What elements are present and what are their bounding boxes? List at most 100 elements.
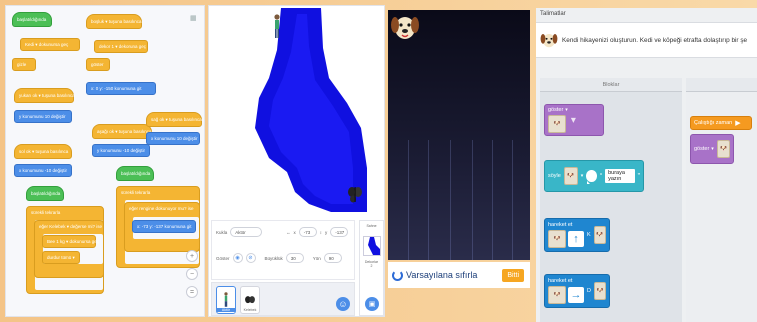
block-label: hareket et	[548, 222, 573, 228]
ws-show-block[interactable]: göster ▾ 🐶	[690, 134, 734, 164]
change-x-block[interactable]: x konumunu 10 değiştir	[146, 132, 200, 145]
block-label: dekor 1 ▾ dekoruna geç	[99, 43, 147, 49]
reset-button[interactable]: Varsayılana sıfırla	[392, 269, 478, 281]
if-block[interactable]: eğer Kelebek ▾ değerse mi? ise	[34, 220, 104, 278]
block-label: Kedi ▾ dokunursa geç	[25, 41, 69, 47]
toolbox: Bloklar göster ▾ 🐶 ▾ söyle 🐶 ▾ “ buraya y…	[540, 78, 682, 322]
goto-xy-block[interactable]: x: 0 y: -150 konumuna git	[86, 82, 156, 95]
stop-all-block[interactable]: durdur tümü ▾	[42, 251, 80, 264]
block-label: Çalıştığı zaman	[694, 120, 733, 126]
hide-block[interactable]: gizle	[12, 58, 36, 71]
coding-app: Talimatlar Kendi hikayenizi oluşturun. K…	[536, 8, 757, 322]
block-label: x: -73 y: -137 konumuna git	[137, 224, 192, 229]
change-y-block[interactable]: y konumunu 10 değiştir	[14, 110, 72, 123]
x-arrows-icon: ↔	[286, 229, 291, 235]
down-arrow-hat-block[interactable]: aşağı ok ▾ tuşuna basılınca	[92, 124, 152, 139]
block-label: sürekli tekrarla	[121, 190, 151, 195]
reset-icon	[392, 269, 403, 281]
dog-image-slot-icon[interactable]: 🐶	[716, 140, 730, 158]
right-arrow-hat-block[interactable]: sağ ok ▾ tuşuna basılınca	[146, 112, 202, 127]
left-arrow-hat-block[interactable]: sol ok ▾ tuşuna basılınca	[14, 144, 72, 159]
zoom-in-icon[interactable]: +	[186, 250, 198, 262]
butterfly-sprite-icon[interactable]	[347, 184, 363, 204]
dog-image-slot-icon[interactable]: 🐶	[548, 115, 566, 133]
y-input[interactable]: -137	[330, 227, 349, 237]
zoom-out-icon[interactable]: −	[186, 268, 198, 280]
move-up-block[interactable]: hareket et 🐶 ↑ K 🐶	[544, 218, 610, 252]
block-label: boşluk ▾ tuşuna basılınca	[91, 18, 142, 24]
sprite-tile-actor[interactable]: Aktör	[216, 286, 236, 314]
block-label: eğer Kelebek ▾ değerse mi? ise	[39, 224, 103, 229]
code-area[interactable]: başlatıldığında Kedi ▾ dokunursa geç giz…	[5, 5, 205, 317]
sprite-name-input[interactable]: Aktör	[230, 227, 263, 237]
show-block[interactable]: göster ▾ 🐶 ▾	[544, 104, 604, 136]
size-label: Büyüklük	[264, 255, 283, 261]
zoom-reset-icon[interactable]: =	[186, 286, 198, 298]
show-block[interactable]: göster	[86, 58, 110, 71]
done-button[interactable]: Bitti	[502, 268, 524, 282]
game-screen[interactable]	[388, 10, 530, 260]
say-text-input[interactable]: buraya yazın	[605, 169, 635, 183]
direction-label: Yön	[312, 255, 321, 261]
change-x-neg-block[interactable]: x konumunu -10 değiştir	[14, 164, 72, 177]
butterfly-thumbnail-icon	[245, 296, 255, 304]
workspace-header	[686, 78, 757, 92]
stage-canvas[interactable]	[211, 8, 382, 216]
when-flag-clicked-block-2[interactable]: başlatıldığında	[26, 186, 64, 201]
change-y-neg-block[interactable]: y konumunu -10 değiştir	[92, 144, 150, 157]
block-label: x konumunu 10 değiştir	[151, 136, 198, 141]
arrow-up-icon[interactable]: ↑	[568, 231, 584, 247]
say-block[interactable]: söyle 🐶 ▾ “ buraya yazın ”	[544, 160, 644, 192]
block-label: eğer rengine dokunuyor mu? ise	[129, 206, 194, 211]
add-sprite-icon[interactable]: ☺	[336, 297, 350, 311]
block-label: yukarı ok ▾ tuşuna basılınca	[19, 92, 75, 98]
reset-label: Varsayılana sıfırla	[406, 270, 478, 280]
direction-letter: K	[587, 232, 591, 238]
dog-image-slot-icon[interactable]: 🐶	[593, 226, 606, 244]
backdrops-count: 2	[370, 264, 373, 268]
arrow-right-icon[interactable]: →	[568, 287, 584, 303]
space-key-hat-block[interactable]: boşluk ▾ tuşuna basılınca	[86, 14, 142, 29]
instructions-tab[interactable]: Talimatlar	[536, 8, 596, 20]
block-label: durdur tümü ▾	[47, 254, 75, 260]
block-label: gizle	[17, 62, 27, 67]
y-label: y	[325, 229, 328, 235]
up-arrow-hat-block[interactable]: yukarı ok ▾ tuşuna basılınca	[14, 88, 75, 103]
actor-sprite-icon[interactable]	[273, 14, 281, 40]
block-label: göster	[694, 146, 710, 152]
quote-close-icon: ”	[637, 172, 640, 180]
dog-image-slot-icon[interactable]: 🐶	[548, 230, 566, 248]
y-arrows-icon: ↕	[319, 229, 322, 235]
eye-closed-icon[interactable]: ⊘	[245, 253, 256, 263]
dog-sprite-icon[interactable]	[390, 12, 420, 42]
x-input[interactable]: -73	[298, 227, 317, 237]
direction-input[interactable]: 90	[323, 253, 342, 263]
dog-image-slot-icon[interactable]: 🐶	[593, 282, 606, 300]
block-label: başlatıldığında	[17, 17, 47, 22]
scroll-handle-icon[interactable]: ▦	[190, 14, 200, 24]
dog-image-slot-icon[interactable]: 🐶	[548, 286, 566, 304]
dog-image-slot-icon[interactable]: 🐶	[563, 167, 578, 185]
when-flag-clicked-block-3[interactable]: başlatıldığında	[116, 166, 154, 181]
size-input[interactable]: 30	[285, 253, 304, 263]
block-label: x: 0 y: -150 konumuna git	[91, 86, 142, 91]
add-backdrop-icon[interactable]: ▣	[365, 297, 379, 311]
block-label: y konumunu -10 değiştir	[97, 148, 146, 153]
touch-bee-block[interactable]: Bee 1 kg ▾ dokunursa geç	[42, 235, 100, 248]
sprite-tile-butterfly[interactable]: Kelebek	[240, 286, 260, 314]
dropdown-caret-icon: ▾	[711, 146, 714, 152]
goto-xy-block-2[interactable]: x: -73 y: -137 konumuna git	[132, 220, 196, 233]
stage-selector[interactable]: Sahne Dekorlar 2 ▣	[359, 220, 384, 316]
switch-backdrop-block[interactable]: dekor 1 ▾ dekoruna geç	[94, 40, 148, 53]
eye-open-icon[interactable]: ◉	[232, 253, 243, 263]
when-flag-clicked-block[interactable]: başlatıldığında	[12, 12, 52, 27]
block-label: söyle	[548, 173, 561, 179]
speech-bubble-icon	[586, 170, 597, 184]
block-label: Bee 1 kg ▾ dokunursa geç	[47, 238, 100, 244]
workspace[interactable]: Çalıştığı zaman ▶ göster ▾ 🐶	[686, 78, 757, 322]
when-run-block[interactable]: Çalıştığı zaman ▶	[690, 116, 752, 130]
touch-cat-block[interactable]: Kedi ▾ dokunursa geç	[20, 38, 80, 51]
stage-label: Sahne	[366, 224, 377, 228]
move-right-block[interactable]: hareket et 🐶 → D 🐶	[544, 274, 610, 308]
game-footer: Varsayılana sıfırla Bitti	[388, 262, 530, 288]
